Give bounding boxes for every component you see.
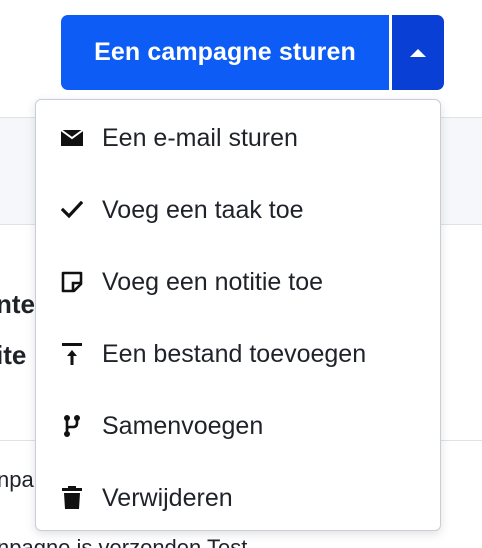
menu-item-add-file[interactable]: Een bestand toevoegen <box>36 324 440 384</box>
note-icon <box>60 270 84 294</box>
menu-item-send-email[interactable]: Een e-mail sturen <box>36 108 440 168</box>
menu-item-add-task[interactable]: Voeg een taak toe <box>36 180 440 240</box>
checkmark-icon <box>60 198 84 222</box>
menu-item-label: Verwijderen <box>102 483 233 512</box>
menu-item-label: Samenvoegen <box>102 411 264 440</box>
menu-item-delete[interactable]: Verwijderen <box>36 468 440 528</box>
send-campaign-split-button: Een campagne sturen <box>61 15 444 90</box>
menu-item-label: Een bestand toevoegen <box>102 339 367 368</box>
upload-icon <box>60 342 84 366</box>
menu-item-merge[interactable]: Samenvoegen <box>36 396 440 456</box>
menu-item-add-note[interactable]: Voeg een notitie toe <box>36 252 440 312</box>
merge-icon <box>60 414 84 438</box>
actions-dropdown-menu: Een e-mail sturen Voeg een taak toe Voeg… <box>35 99 441 531</box>
menu-item-label: Voeg een taak toe <box>102 195 304 224</box>
caret-up-icon <box>410 48 426 57</box>
menu-item-label: Voeg een notitie toe <box>102 267 324 296</box>
dropdown-toggle-button[interactable] <box>392 15 444 90</box>
background-text-line4: npagne is verzonden Test <box>0 535 248 548</box>
send-campaign-button[interactable]: Een campagne sturen <box>61 15 389 90</box>
background-text-line3: npa <box>0 467 34 492</box>
trash-icon <box>60 486 84 510</box>
envelope-icon <box>60 126 84 150</box>
background-heading-line1: nte <box>0 289 35 319</box>
menu-item-label: Een e-mail sturen <box>102 123 298 152</box>
background-heading-line2: ite <box>0 340 27 370</box>
